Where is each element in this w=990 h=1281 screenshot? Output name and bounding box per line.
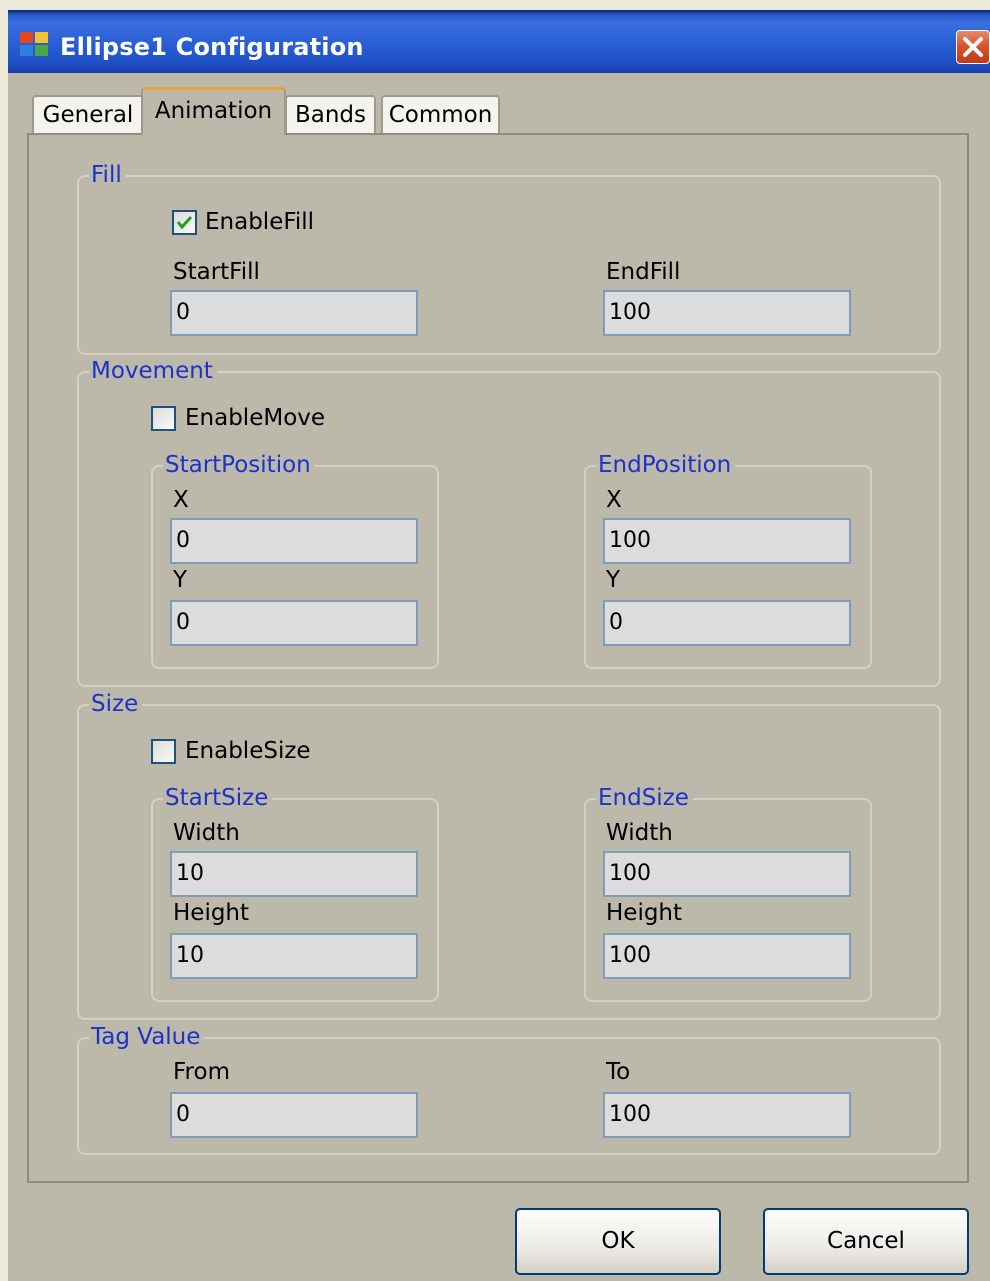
fill-group: Fill EnableFill StartFill 0 EndFill 100	[77, 160, 941, 355]
from-input[interactable]: 0	[170, 1092, 418, 1138]
start-size-group: StartSize Width 10 Height 10	[151, 783, 439, 1002]
configuration-dialog: Ellipse1 Configuration General Animation…	[0, 0, 990, 1281]
start-x-label: X	[173, 487, 189, 513]
end-x-label: X	[606, 487, 622, 513]
end-position-group: EndPosition X 100 Y 0	[584, 450, 872, 669]
start-position-legend: StartPosition	[163, 450, 315, 480]
start-fill-label: StartFill	[173, 259, 260, 285]
start-width-label: Width	[173, 820, 240, 846]
end-height-label: Height	[606, 900, 683, 926]
end-position-legend: EndPosition	[596, 450, 736, 480]
size-group: Size EnableSize StartSize Width 10 Heigh…	[77, 689, 941, 1020]
enable-move-label[interactable]: EnableMove	[185, 404, 325, 432]
start-height-label: Height	[173, 900, 250, 926]
close-button[interactable]	[956, 30, 990, 64]
ok-button[interactable]: OK	[515, 1208, 721, 1275]
tab-animation[interactable]: Animation	[141, 87, 286, 135]
movement-group: Movement EnableMove StartPosition X 0 Y …	[77, 356, 941, 687]
check-icon	[176, 215, 193, 230]
tag-value-legend: Tag Value	[89, 1022, 205, 1052]
enable-fill-checkbox[interactable]	[172, 210, 197, 235]
start-size-legend: StartSize	[163, 783, 273, 813]
fill-group-legend: Fill	[89, 160, 126, 190]
enable-size-label[interactable]: EnableSize	[185, 737, 311, 765]
end-y-input[interactable]: 0	[603, 600, 851, 646]
tab-common[interactable]: Common	[381, 95, 500, 133]
end-size-group: EndSize Width 100 Height 100	[584, 783, 872, 1002]
close-icon	[963, 37, 983, 57]
to-input[interactable]: 100	[603, 1092, 851, 1138]
from-label: From	[173, 1059, 230, 1085]
start-height-input[interactable]: 10	[170, 933, 418, 979]
movement-group-legend: Movement	[89, 356, 217, 386]
enable-move-checkbox[interactable]	[151, 406, 176, 431]
dialog-client-area: General Animation Bands Common Fill Enab…	[8, 73, 990, 1281]
start-fill-input[interactable]: 0	[170, 290, 418, 336]
start-position-group: StartPosition X 0 Y 0	[151, 450, 439, 669]
end-fill-label: EndFill	[606, 259, 681, 285]
enable-fill-label[interactable]: EnableFill	[205, 208, 314, 236]
title-bar[interactable]: Ellipse1 Configuration	[8, 10, 990, 73]
enable-size-checkbox[interactable]	[151, 739, 176, 764]
app-icon	[20, 32, 50, 56]
end-size-legend: EndSize	[596, 783, 693, 813]
end-fill-input[interactable]: 100	[603, 290, 851, 336]
start-y-input[interactable]: 0	[170, 600, 418, 646]
end-width-label: Width	[606, 820, 673, 846]
window-title: Ellipse1 Configuration	[60, 33, 364, 61]
animation-tab-panel: Fill EnableFill StartFill 0 EndFill 100 …	[27, 133, 969, 1183]
end-width-input[interactable]: 100	[603, 851, 851, 897]
tab-general[interactable]: General	[32, 95, 144, 133]
size-group-legend: Size	[89, 689, 143, 719]
tag-value-group: Tag Value From 0 To 100	[77, 1022, 941, 1155]
end-x-input[interactable]: 100	[603, 518, 851, 564]
end-height-input[interactable]: 100	[603, 933, 851, 979]
tab-bands[interactable]: Bands	[285, 95, 376, 133]
start-x-input[interactable]: 0	[170, 518, 418, 564]
start-y-label: Y	[173, 567, 188, 593]
end-y-label: Y	[606, 567, 621, 593]
cancel-button[interactable]: Cancel	[763, 1208, 969, 1275]
start-width-input[interactable]: 10	[170, 851, 418, 897]
to-label: To	[606, 1059, 631, 1085]
